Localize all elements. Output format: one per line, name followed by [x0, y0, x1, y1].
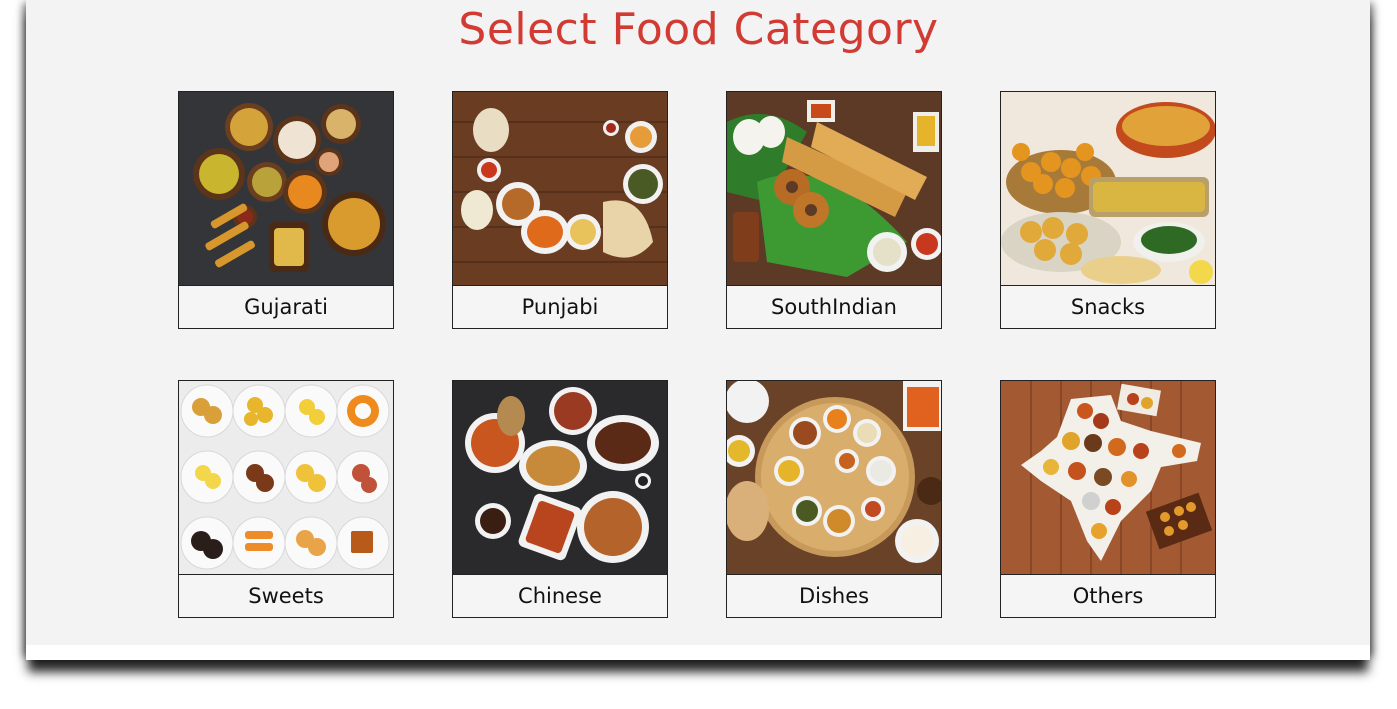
category-card-gujarati[interactable]: Gujarati: [178, 91, 394, 329]
category-label: SouthIndian: [727, 285, 941, 328]
category-card-sweets[interactable]: Sweets: [178, 380, 394, 618]
category-label: Chinese: [453, 574, 667, 617]
category-card-punjabi[interactable]: Punjabi: [452, 91, 668, 329]
punjabi-dishes-image: [453, 92, 667, 285]
india-map-food-image: [1001, 381, 1215, 574]
gujarati-thali-image: [179, 92, 393, 285]
category-card-snacks[interactable]: Snacks: [1000, 91, 1216, 329]
bottom-band: [26, 645, 1370, 660]
category-card-others[interactable]: Others: [1000, 380, 1216, 618]
thali-dishes-image: [727, 381, 941, 574]
category-card-southindian[interactable]: SouthIndian: [726, 91, 942, 329]
category-label: Others: [1001, 574, 1215, 617]
category-label: Sweets: [179, 574, 393, 617]
category-card-chinese[interactable]: Chinese: [452, 380, 668, 618]
category-card-dishes[interactable]: Dishes: [726, 380, 942, 618]
category-label: Snacks: [1001, 285, 1215, 328]
category-label: Gujarati: [179, 285, 393, 328]
chinese-dishes-image: [453, 381, 667, 574]
dosa-vada-image: [727, 92, 941, 285]
indian-sweets-image: [179, 381, 393, 574]
category-label: Dishes: [727, 574, 941, 617]
category-label: Punjabi: [453, 285, 667, 328]
page-title: Select Food Category: [458, 4, 939, 55]
snacks-platter-image: [1001, 92, 1215, 285]
